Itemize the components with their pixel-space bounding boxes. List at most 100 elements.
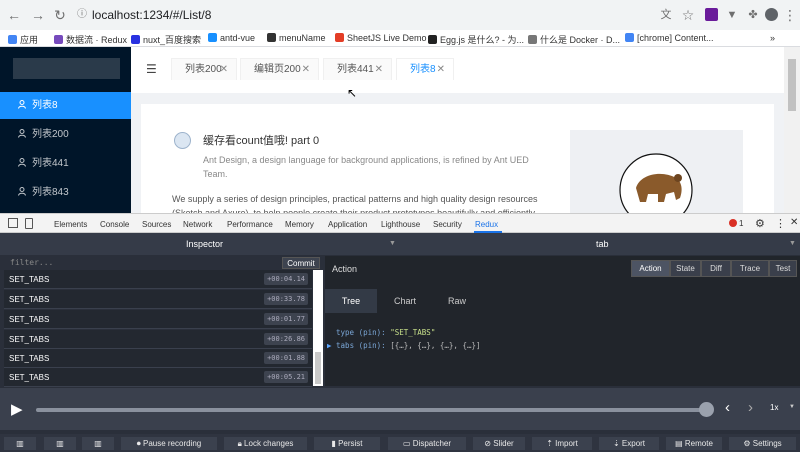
- address-bar[interactable]: localhost:1234/#/List/8: [92, 8, 211, 22]
- back-icon[interactable]: ←: [6, 7, 22, 23]
- dock-bottom-button[interactable]: ▥: [82, 437, 114, 450]
- lock-changes-button[interactable]: 🔒︎ Lock changes: [224, 437, 307, 450]
- dock-left-button[interactable]: ▥: [4, 437, 36, 450]
- devtools-tab-console[interactable]: Console: [100, 220, 129, 229]
- tab-tree[interactable]: Tree: [325, 289, 377, 313]
- extension-v-icon[interactable]: ▼: [724, 7, 740, 23]
- inspect-element-icon[interactable]: [8, 218, 18, 228]
- info-icon[interactable]: ⓘ: [74, 7, 90, 23]
- close-icon[interactable]: ✕: [302, 59, 310, 81]
- import-button[interactable]: ⇡ Import: [532, 437, 592, 450]
- remote-button[interactable]: ▤ Remote: [666, 437, 722, 450]
- instance-selector[interactable]: tab ▼: [400, 233, 800, 255]
- pause-recording-button[interactable]: ⏺ Pause recording: [121, 437, 217, 450]
- play-icon[interactable]: ▶: [11, 400, 23, 418]
- dock-right-button[interactable]: ▥: [44, 437, 76, 450]
- expand-arrow-icon[interactable]: ▶: [327, 341, 332, 350]
- menu-dots-icon[interactable]: ⋮: [782, 7, 798, 23]
- dispatcher-button[interactable]: ▭ Dispatcher: [388, 437, 466, 450]
- device-toggle-icon[interactable]: [25, 218, 33, 229]
- error-count[interactable]: 1: [739, 219, 743, 228]
- persist-button[interactable]: ▮ Persist: [314, 437, 380, 450]
- bookmark-item[interactable]: SheetJS Live Demo: [335, 33, 427, 43]
- timeline-slider[interactable]: [36, 408, 706, 412]
- scrollbar-thumb[interactable]: [315, 352, 321, 384]
- action-list-scrollbar[interactable]: [313, 270, 323, 386]
- tab-trace[interactable]: Trace: [731, 260, 769, 277]
- devtools-tab-lighthouse[interactable]: Lighthouse: [381, 220, 420, 229]
- tab-chart[interactable]: Chart: [379, 289, 431, 313]
- sidebar-item-list8[interactable]: 列表8: [0, 92, 131, 119]
- devtools-tab-performance[interactable]: Performance: [227, 220, 273, 229]
- devtools-tab-network[interactable]: Network: [183, 220, 212, 229]
- speed-select[interactable]: 1x: [770, 403, 778, 412]
- bookmark-item[interactable]: antd-vue: [208, 33, 255, 43]
- bookmark-item[interactable]: Egg.js 是什么? - 为...: [428, 33, 524, 46]
- gear-icon[interactable]: ⚙: [755, 217, 765, 230]
- sidebar-item-list441[interactable]: 列表441: [0, 150, 131, 177]
- forward-icon[interactable]: →: [30, 7, 46, 23]
- action-time: +00:01.77: [264, 313, 308, 325]
- scrollbar-thumb[interactable]: [788, 59, 796, 111]
- browser-toolbar: ← → ↻ ⓘ localhost:1234/#/List/8 文 ☆ ▼ ✤ …: [0, 0, 800, 30]
- settings-button[interactable]: ⚙ Settings: [729, 437, 796, 450]
- button-label: Pause recording: [142, 439, 202, 448]
- redux-devtools: Inspector ▼ tab ▼ filter... Commit SET_T…: [0, 233, 800, 452]
- profile-avatar[interactable]: [765, 8, 778, 21]
- bookmark-item[interactable]: nuxt_百度搜索: [131, 33, 201, 46]
- item-title[interactable]: 缓存看count值哦! part 0: [203, 132, 319, 148]
- sidebar-item-list843[interactable]: 列表843: [0, 179, 131, 206]
- filter-input[interactable]: filter...: [10, 258, 53, 267]
- tab-list8[interactable]: 列表8 ✕: [396, 58, 454, 80]
- translate-icon[interactable]: 文: [658, 7, 674, 23]
- sidebar-item-list200[interactable]: 列表200: [0, 121, 131, 148]
- devtools-tab-redux[interactable]: Redux: [475, 220, 498, 229]
- step-forward-icon[interactable]: ›: [748, 399, 753, 416]
- action-row[interactable]: SET_TABS +00:01.77: [4, 310, 312, 329]
- close-icon[interactable]: ✕: [437, 59, 445, 81]
- tree-row[interactable]: ▶ tabs (pin): [{…}, {…}, {…}, {…}]: [327, 339, 481, 352]
- monitor-selector[interactable]: Inspector ▼: [0, 233, 400, 255]
- action-row[interactable]: SET_TABS +00:33.78: [4, 290, 312, 309]
- menu-fold-icon[interactable]: ☰: [146, 62, 157, 76]
- page-scrollbar[interactable]: [784, 47, 800, 213]
- close-icon[interactable]: ✕: [375, 59, 383, 81]
- more-options-icon[interactable]: ⋮: [775, 217, 786, 230]
- bookmark-item[interactable]: 什么是 Docker · D...: [528, 33, 620, 46]
- step-back-icon[interactable]: ‹: [725, 399, 730, 416]
- bookmark-item[interactable]: [chrome] Content...: [625, 33, 714, 43]
- commit-button[interactable]: Commit: [282, 257, 320, 269]
- star-icon[interactable]: ☆: [680, 7, 696, 23]
- devtools-tab-sources[interactable]: Sources: [142, 220, 171, 229]
- action-row[interactable]: SET_TABS +00:04.14: [4, 270, 312, 289]
- tab-diff[interactable]: Diff: [701, 260, 731, 277]
- action-preview: Action Action State Diff Trace Test Tree…: [325, 256, 800, 386]
- close-icon[interactable]: ✕: [220, 59, 228, 81]
- close-icon[interactable]: ✕: [790, 217, 798, 228]
- bookmark-item[interactable]: 数据流 · Redux: [54, 33, 127, 46]
- slider-handle[interactable]: [699, 402, 714, 417]
- tab-edit200[interactable]: 编辑页200 ✕: [240, 58, 319, 80]
- devtools-tab-memory[interactable]: Memory: [285, 220, 314, 229]
- puzzle-icon[interactable]: ✤: [745, 7, 761, 23]
- action-row[interactable]: SET_TABS +00:26.86: [4, 330, 312, 349]
- bookmark-item[interactable]: 应用: [8, 33, 38, 46]
- devtools-tab-elements[interactable]: Elements: [54, 220, 87, 229]
- action-row[interactable]: SET_TABS +00:05.21: [4, 368, 312, 387]
- slider-button[interactable]: ⊘ Slider: [473, 437, 525, 450]
- gear-icon: ⚙: [743, 439, 753, 448]
- more-bookmarks-icon[interactable]: »: [770, 33, 775, 43]
- tab-list200[interactable]: 列表200 ✕: [171, 58, 237, 80]
- devtools-tab-application[interactable]: Application: [328, 220, 367, 229]
- export-button[interactable]: ⇣ Export: [599, 437, 659, 450]
- tab-state[interactable]: State: [670, 260, 701, 277]
- tab-raw[interactable]: Raw: [431, 289, 483, 313]
- action-row[interactable]: SET_TABS +00:01.88: [4, 349, 312, 368]
- devtools-tab-security[interactable]: Security: [433, 220, 462, 229]
- extension-icon[interactable]: [705, 8, 718, 21]
- tab-action[interactable]: Action: [631, 260, 670, 277]
- tab-test[interactable]: Test: [769, 260, 797, 277]
- reload-icon[interactable]: ↻: [52, 7, 68, 23]
- bookmark-item[interactable]: menuName: [267, 33, 326, 43]
- tab-list441[interactable]: 列表441 ✕: [323, 58, 392, 80]
